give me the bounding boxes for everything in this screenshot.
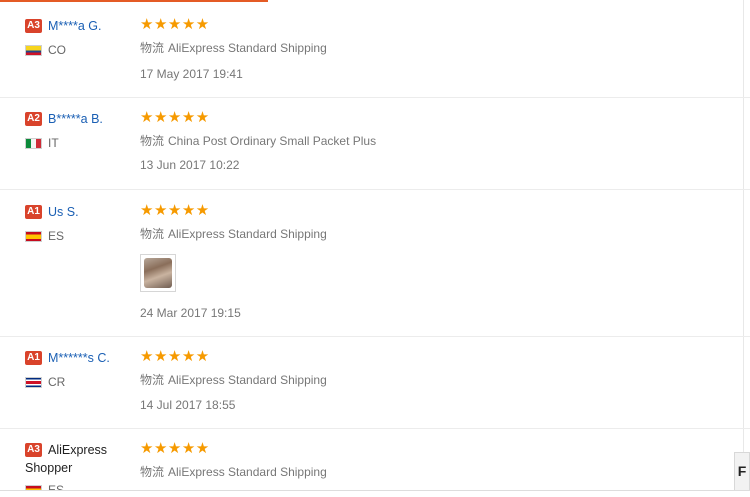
review-item: A1 Us S. ES ★★★★★ 物流 AliExpress Standard S… bbox=[0, 190, 750, 337]
reviewer-info: A3AliExpress Shopper ES bbox=[25, 441, 125, 496]
review-date: 13 Jun 2017 10:22 bbox=[140, 158, 240, 172]
reviewer-name[interactable]: M****a G. bbox=[48, 19, 102, 33]
shipping-method: 物流 AliExpress Standard Shipping bbox=[140, 39, 700, 56]
rating-stars: ★★★★★ bbox=[140, 440, 210, 457]
shipping-value: China Post Ordinary Small Packet Plus bbox=[168, 134, 377, 148]
shipping-value: AliExpress Standard Shipping bbox=[168, 465, 327, 479]
review-content: ★★★★★ 物流 China Post Ordinary Small Packet… bbox=[140, 109, 700, 173]
reviewer-country: IT bbox=[25, 136, 59, 150]
buyer-level-badge: A1 bbox=[25, 204, 42, 219]
buyer-level-badge: A2 bbox=[25, 111, 42, 126]
reviewer-country: CR bbox=[25, 375, 65, 389]
shipping-label: 物流 bbox=[140, 227, 165, 241]
costa-rica-flag-icon bbox=[25, 377, 42, 389]
review-date: 17 May 2017 19:41 bbox=[140, 67, 243, 81]
country-code: ES bbox=[48, 229, 65, 243]
review-content: ★★★★★ 物流 AliExpress Standard Shipping bbox=[140, 441, 700, 480]
reviewer-name[interactable]: Us S. bbox=[48, 205, 79, 219]
review-item: A1 M******s C. CR ★★★★★ 物流 AliExpress Stan… bbox=[0, 337, 750, 429]
reviewer-info: A1 M******s C. CR bbox=[25, 349, 135, 389]
rating-stars: ★★★★★ bbox=[140, 348, 210, 365]
spain-flag-icon bbox=[25, 231, 42, 243]
shipping-label: 物流 bbox=[140, 134, 165, 148]
buyer-level-badge: A3 bbox=[25, 18, 42, 33]
review-photo-thumbnail[interactable] bbox=[140, 254, 176, 292]
reviewer-name[interactable]: M******s C. bbox=[48, 351, 110, 365]
shipping-label: 物流 bbox=[140, 465, 165, 479]
reviewer-info: A2 B*****a B. IT bbox=[25, 110, 135, 150]
rating-stars: ★★★★★ bbox=[140, 109, 210, 126]
review-photo-image bbox=[144, 258, 172, 288]
review-content: ★★★★★ 物流 AliExpress Standard Shipping 14 … bbox=[140, 348, 700, 413]
reviewer-country: CO bbox=[25, 43, 66, 57]
shipping-method: 物流 AliExpress Standard Shipping bbox=[140, 371, 700, 388]
shipping-label: 物流 bbox=[140, 373, 165, 387]
shipping-method: 物流 China Post Ordinary Small Packet Plus bbox=[140, 132, 700, 149]
italy-flag-icon bbox=[25, 138, 42, 150]
reviewer-name[interactable]: B*****a B. bbox=[48, 112, 103, 126]
country-code: CR bbox=[48, 375, 66, 389]
buyer-level-badge: A1 bbox=[25, 350, 42, 365]
reviewer-info: A3 M****a G. CO bbox=[25, 17, 135, 57]
country-code: CO bbox=[48, 43, 66, 57]
rating-stars: ★★★★★ bbox=[140, 202, 210, 219]
shipping-value: AliExpress Standard Shipping bbox=[168, 41, 327, 55]
country-code: IT bbox=[48, 136, 59, 150]
review-item: A3AliExpress Shopper ES ★★★★★ 物流AliExpre… bbox=[0, 429, 750, 496]
shipping-method: 物流 AliExpress Standard Shipping bbox=[140, 463, 700, 480]
shipping-method: 物流 AliExpress Standard Shipping bbox=[140, 225, 700, 242]
reviewer-country: ES bbox=[25, 229, 64, 243]
shipping-value: AliExpress Standard Shipping bbox=[168, 227, 327, 241]
review-date: 24 Mar 2017 19:15 bbox=[140, 306, 241, 320]
rating-stars: ★★★★★ bbox=[140, 16, 210, 33]
shipping-label: 物流 bbox=[140, 41, 165, 55]
review-date: 14 Jul 2017 18:55 bbox=[140, 398, 236, 412]
review-content: ★★★★★ 物流 AliExpress Standard Shipping 17 … bbox=[140, 16, 700, 82]
shipping-value: AliExpress Standard Shipping bbox=[168, 373, 327, 387]
reviewer-info: A1 Us S. ES bbox=[25, 203, 135, 243]
buyer-level-badge: A3 bbox=[25, 443, 42, 457]
review-item: A3 M****a G. CO ★★★★★ 物流 AliExpress Standa… bbox=[0, 0, 750, 98]
review-item: A2 B*****a B. IT ★★★★★ 物流 China Post Ordin… bbox=[0, 98, 750, 190]
colombia-flag-icon bbox=[25, 45, 42, 57]
review-content: ★★★★★ 物流 AliExpress Standard Shipping 24 … bbox=[140, 202, 700, 320]
